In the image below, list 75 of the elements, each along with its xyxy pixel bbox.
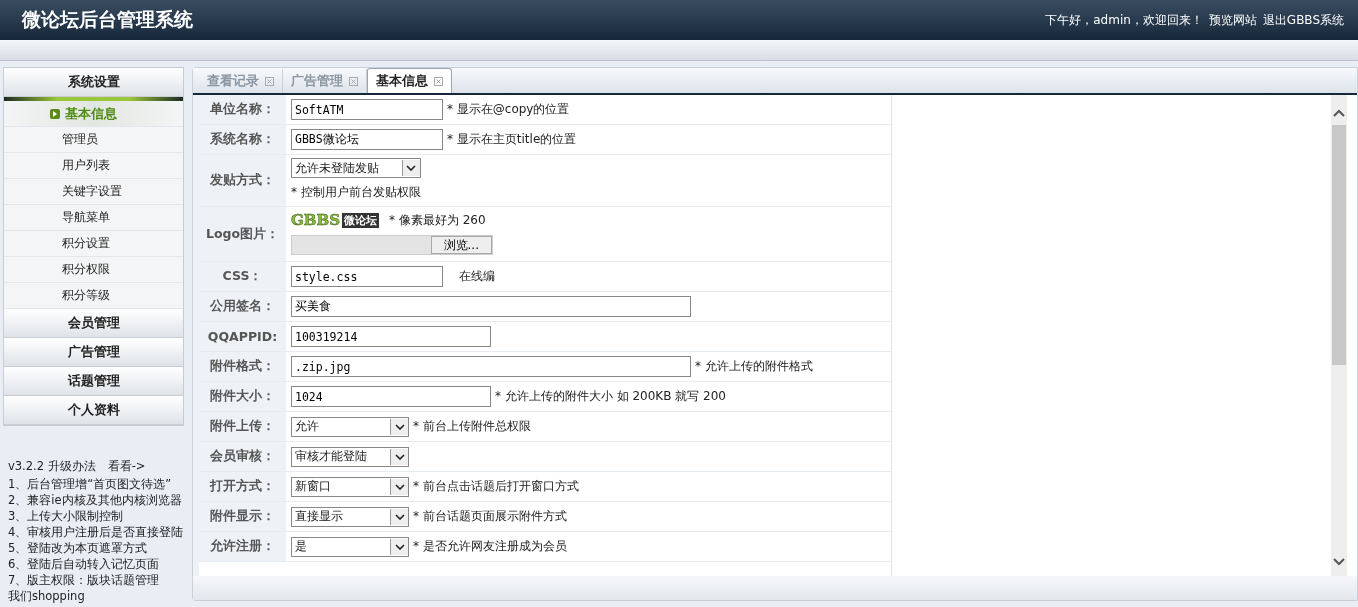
- file-field[interactable]: 浏览...: [291, 235, 493, 255]
- editor-link[interactable]: 在线编: [459, 268, 495, 285]
- menu-group-header[interactable]: 广告管理: [4, 338, 183, 367]
- input-field[interactable]: style.css: [291, 266, 443, 287]
- input-field[interactable]: 100319214: [291, 326, 491, 347]
- note-text: 7、版主权限：版块话题管理: [8, 572, 161, 588]
- greeting-text: 下午好，admin，欢迎回来！: [1045, 11, 1203, 29]
- field-label: 系统名称：: [199, 125, 286, 154]
- field-label: 会员审核：: [199, 442, 286, 471]
- input-field[interactable]: 买美食: [291, 296, 691, 317]
- arrow-icon: [50, 108, 60, 119]
- dropdown[interactable]: 审核才能登陆: [291, 446, 409, 467]
- field-label: QQAPPID:: [199, 322, 286, 351]
- dropdown[interactable]: 是: [291, 536, 409, 557]
- field-label: 附件大小：: [199, 382, 286, 411]
- note-text: 4、审核用户注册后是否直接登陆: [8, 524, 184, 540]
- dropdown[interactable]: 新窗口: [291, 476, 409, 497]
- dropdown[interactable]: 直接显示: [291, 506, 409, 527]
- field-label: Logo图片：: [199, 207, 286, 261]
- note-text: 1、后台管理增“首页图文待选”: [8, 476, 173, 492]
- input-field[interactable]: 1024: [291, 386, 491, 407]
- hint-text: * 允许上传的附件大小 如 200KB 就写 200: [495, 388, 726, 405]
- note-text: 3、上传大小限制控制: [8, 508, 125, 524]
- tab-label: 基本信息: [376, 72, 428, 90]
- hint-text: * 前台点击话题后打开窗口方式: [413, 478, 579, 495]
- input-field[interactable]: GBBS微论坛: [291, 129, 443, 150]
- hint-text: * 像素最好为 260: [389, 212, 486, 229]
- tab[interactable]: 基本信息: [367, 68, 452, 93]
- caret-icon[interactable]: [394, 513, 405, 520]
- scroll-up-icon[interactable]: [1333, 109, 1345, 117]
- sidebar-item[interactable]: 基本信息: [4, 101, 183, 127]
- hint-text: * 控制用户前台发贴权限: [291, 184, 421, 201]
- menu-group-header[interactable]: 话题管理: [4, 367, 183, 396]
- field-label: CSS：: [199, 262, 286, 291]
- hint-text: * 显示在主页title的位置: [447, 131, 577, 148]
- scroll-down-icon[interactable]: [1333, 558, 1345, 566]
- field-label: 允许注册：: [199, 532, 286, 561]
- header-link[interactable]: 预览网站: [1208, 11, 1257, 29]
- caret-icon[interactable]: [394, 543, 405, 550]
- field-label: 附件上传：: [199, 412, 286, 441]
- menu-group-header[interactable]: 个人资料: [4, 396, 183, 425]
- hint-text: * 显示在@copy的位置: [447, 101, 570, 118]
- dropdown[interactable]: 允许未登陆发贴: [291, 158, 421, 178]
- input-field[interactable]: .zip.jpg: [291, 356, 691, 377]
- scroll-thumb[interactable]: [1332, 125, 1346, 365]
- field-label: 发贴方式：: [199, 155, 286, 206]
- hint-text: * 是否允许网友注册成为会员: [413, 538, 567, 555]
- note-text: 5、登陆改为本页遮罩方式: [8, 540, 149, 556]
- hint-text: * 前台话题页面展示附件方式: [413, 508, 567, 525]
- caret-icon[interactable]: [394, 423, 405, 430]
- caret-icon[interactable]: [406, 165, 417, 171]
- caret-icon[interactable]: [394, 453, 405, 460]
- field-label: 打开方式：: [199, 472, 286, 501]
- hint-text: * 允许上传的附件格式: [695, 358, 813, 375]
- dropdown[interactable]: 允许: [291, 416, 409, 437]
- field-label: 附件显示：: [199, 502, 286, 531]
- field-label: 附件格式：: [199, 352, 286, 381]
- note-text: 2、兼容ie内核及其他内核浏览器: [8, 492, 183, 508]
- note-text: 我们shopping: [8, 588, 86, 604]
- browse-button[interactable]: 浏览...: [430, 236, 492, 254]
- hint-text: * 前台上传附件总权限: [413, 418, 531, 435]
- header-link[interactable]: 退出GBBS系统: [1262, 11, 1344, 29]
- field-label: 公用签名：: [199, 292, 286, 321]
- scrollbar[interactable]: [1331, 95, 1347, 576]
- menu-group-header[interactable]: 会员管理: [4, 309, 183, 338]
- note-text: 6、登陆后自动转入记忆页面: [8, 556, 161, 572]
- menu-group-header[interactable]: 系统设置: [4, 68, 183, 97]
- input-field[interactable]: SoftATM: [291, 99, 443, 120]
- logo: GBBS 微论坛: [291, 211, 379, 229]
- field-label: 单位名称：: [199, 95, 286, 124]
- tab-label: 广告管理: [291, 72, 343, 90]
- app-title: 微论坛后台管理系统: [22, 7, 193, 32]
- tab-label: 查看记录: [207, 72, 259, 90]
- note-text: v3.2.2 升级办法 看看->: [8, 458, 147, 474]
- caret-icon[interactable]: [394, 483, 405, 490]
